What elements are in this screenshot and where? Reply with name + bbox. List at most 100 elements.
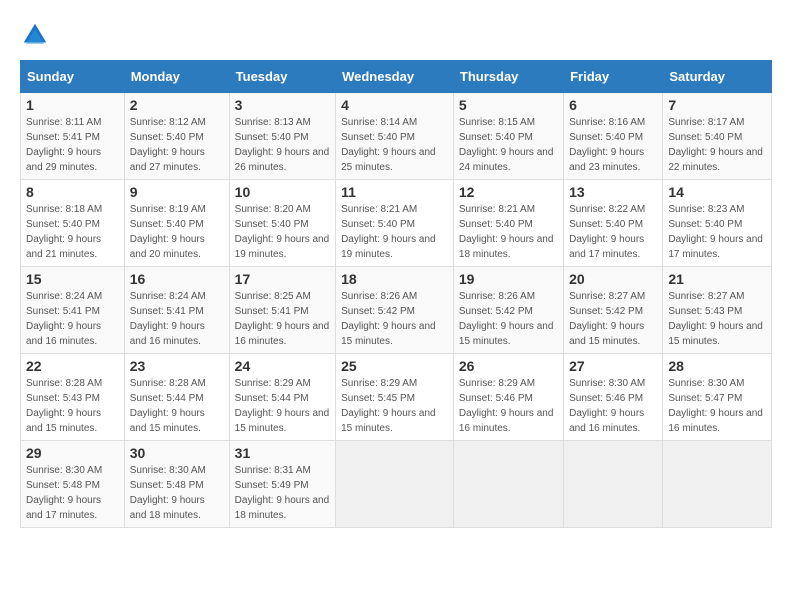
day-number: 25 [341,358,448,374]
day-detail: Sunrise: 8:21 AMSunset: 5:40 PMDaylight:… [341,202,448,262]
day-number: 16 [130,271,224,287]
day-number: 15 [26,271,119,287]
column-header-tuesday: Tuesday [229,61,335,93]
day-detail: Sunrise: 8:23 AMSunset: 5:40 PMDaylight:… [668,202,766,262]
day-number: 13 [569,184,657,200]
day-detail: Sunrise: 8:30 AMSunset: 5:48 PMDaylight:… [130,463,224,523]
day-number: 10 [235,184,330,200]
calendar-cell [663,441,772,528]
day-number: 5 [459,97,558,113]
day-number: 27 [569,358,657,374]
calendar-cell: 8 Sunrise: 8:18 AMSunset: 5:40 PMDaylight… [21,180,125,267]
day-detail: Sunrise: 8:26 AMSunset: 5:42 PMDaylight:… [459,289,558,349]
calendar-cell: 11 Sunrise: 8:21 AMSunset: 5:40 PMDayligh… [336,180,454,267]
calendar-cell: 6Sunrise: 8:16 AMSunset: 5:40 PMDaylight… [564,93,663,180]
calendar-cell: 18 Sunrise: 8:26 AMSunset: 5:42 PMDayligh… [336,267,454,354]
day-detail: Sunrise: 8:16 AMSunset: 5:40 PMDaylight:… [569,115,657,175]
day-detail: Sunrise: 8:29 AMSunset: 5:45 PMDaylight:… [341,376,448,436]
calendar-cell: 2 Sunrise: 8:12 AMSunset: 5:40 PMDaylight… [124,93,229,180]
day-detail: Sunrise: 8:26 AMSunset: 5:42 PMDaylight:… [341,289,448,349]
day-detail: Sunrise: 8:27 AMSunset: 5:43 PMDaylight:… [668,289,766,349]
day-number: 2 [130,97,224,113]
calendar-week-2: 8 Sunrise: 8:18 AMSunset: 5:40 PMDaylight… [21,180,772,267]
column-header-monday: Monday [124,61,229,93]
day-number: 11 [341,184,448,200]
calendar-cell: 26Sunrise: 8:29 AMSunset: 5:46 PMDayligh… [453,354,563,441]
day-detail: Sunrise: 8:21 AMSunset: 5:40 PMDaylight:… [459,202,558,262]
column-header-wednesday: Wednesday [336,61,454,93]
day-detail: Sunrise: 8:24 AMSunset: 5:41 PMDaylight:… [130,289,224,349]
logo-icon [20,20,50,50]
day-number: 23 [130,358,224,374]
day-number: 3 [235,97,330,113]
column-header-thursday: Thursday [453,61,563,93]
calendar-cell: 5 Sunrise: 8:15 AMSunset: 5:40 PMDaylight… [453,93,563,180]
day-number: 31 [235,445,330,461]
day-detail: Sunrise: 8:31 AMSunset: 5:49 PMDaylight:… [235,463,330,523]
day-number: 8 [26,184,119,200]
calendar-cell: 7Sunrise: 8:17 AMSunset: 5:40 PMDaylight… [663,93,772,180]
header [20,20,772,50]
day-number: 22 [26,358,119,374]
calendar-cell: 4Sunrise: 8:14 AMSunset: 5:40 PMDaylight… [336,93,454,180]
calendar-cell: 17 Sunrise: 8:25 AMSunset: 5:41 PMDayligh… [229,267,335,354]
day-number: 30 [130,445,224,461]
calendar-cell: 13 Sunrise: 8:22 AMSunset: 5:40 PMDayligh… [564,180,663,267]
day-detail: Sunrise: 8:20 AMSunset: 5:40 PMDaylight:… [235,202,330,262]
day-number: 28 [668,358,766,374]
calendar-cell: 9 Sunrise: 8:19 AMSunset: 5:40 PMDaylight… [124,180,229,267]
calendar-cell: 27 Sunrise: 8:30 AMSunset: 5:46 PMDayligh… [564,354,663,441]
calendar-cell: 1Sunrise: 8:11 AMSunset: 5:41 PMDaylight… [21,93,125,180]
day-detail: Sunrise: 8:30 AMSunset: 5:46 PMDaylight:… [569,376,657,436]
calendar-cell: 3 Sunrise: 8:13 AMSunset: 5:40 PMDaylight… [229,93,335,180]
calendar-table: SundayMondayTuesdayWednesdayThursdayFrid… [20,60,772,528]
calendar-cell: 29 Sunrise: 8:30 AMSunset: 5:48 PMDayligh… [21,441,125,528]
day-detail: Sunrise: 8:24 AMSunset: 5:41 PMDaylight:… [26,289,119,349]
logo [20,20,52,50]
day-detail: Sunrise: 8:13 AMSunset: 5:40 PMDaylight:… [235,115,330,175]
calendar-cell [336,441,454,528]
calendar-cell: 19 Sunrise: 8:26 AMSunset: 5:42 PMDayligh… [453,267,563,354]
day-number: 9 [130,184,224,200]
day-detail: Sunrise: 8:15 AMSunset: 5:40 PMDaylight:… [459,115,558,175]
calendar-cell: 15 Sunrise: 8:24 AMSunset: 5:41 PMDayligh… [21,267,125,354]
day-detail: Sunrise: 8:30 AMSunset: 5:47 PMDaylight:… [668,376,766,436]
calendar-cell [453,441,563,528]
calendar-cell: 22Sunrise: 8:28 AMSunset: 5:43 PMDayligh… [21,354,125,441]
calendar-cell: 10 Sunrise: 8:20 AMSunset: 5:40 PMDayligh… [229,180,335,267]
calendar-cell: 12 Sunrise: 8:21 AMSunset: 5:40 PMDayligh… [453,180,563,267]
calendar-cell: 20 Sunrise: 8:27 AMSunset: 5:42 PMDayligh… [564,267,663,354]
day-number: 26 [459,358,558,374]
day-number: 19 [459,271,558,287]
day-number: 24 [235,358,330,374]
calendar-cell [564,441,663,528]
calendar-header-row: SundayMondayTuesdayWednesdayThursdayFrid… [21,61,772,93]
day-detail: Sunrise: 8:30 AMSunset: 5:48 PMDaylight:… [26,463,119,523]
day-number: 12 [459,184,558,200]
day-number: 18 [341,271,448,287]
day-detail: Sunrise: 8:28 AMSunset: 5:44 PMDaylight:… [130,376,224,436]
day-detail: Sunrise: 8:25 AMSunset: 5:41 PMDaylight:… [235,289,330,349]
day-detail: Sunrise: 8:11 AMSunset: 5:41 PMDaylight:… [26,115,119,175]
day-number: 21 [668,271,766,287]
calendar-cell: 16 Sunrise: 8:24 AMSunset: 5:41 PMDayligh… [124,267,229,354]
calendar-cell: 30 Sunrise: 8:30 AMSunset: 5:48 PMDayligh… [124,441,229,528]
calendar-week-5: 29 Sunrise: 8:30 AMSunset: 5:48 PMDayligh… [21,441,772,528]
day-number: 17 [235,271,330,287]
calendar-cell: 28 Sunrise: 8:30 AMSunset: 5:47 PMDayligh… [663,354,772,441]
day-detail: Sunrise: 8:18 AMSunset: 5:40 PMDaylight:… [26,202,119,262]
calendar-cell: 14Sunrise: 8:23 AMSunset: 5:40 PMDayligh… [663,180,772,267]
day-number: 29 [26,445,119,461]
day-detail: Sunrise: 8:17 AMSunset: 5:40 PMDaylight:… [668,115,766,175]
column-header-friday: Friday [564,61,663,93]
day-detail: Sunrise: 8:14 AMSunset: 5:40 PMDaylight:… [341,115,448,175]
day-detail: Sunrise: 8:22 AMSunset: 5:40 PMDaylight:… [569,202,657,262]
day-number: 20 [569,271,657,287]
calendar-week-4: 22Sunrise: 8:28 AMSunset: 5:43 PMDayligh… [21,354,772,441]
column-header-saturday: Saturday [663,61,772,93]
day-detail: Sunrise: 8:27 AMSunset: 5:42 PMDaylight:… [569,289,657,349]
day-detail: Sunrise: 8:19 AMSunset: 5:40 PMDaylight:… [130,202,224,262]
calendar-cell: 23 Sunrise: 8:28 AMSunset: 5:44 PMDayligh… [124,354,229,441]
day-detail: Sunrise: 8:12 AMSunset: 5:40 PMDaylight:… [130,115,224,175]
calendar-cell: 25 Sunrise: 8:29 AMSunset: 5:45 PMDayligh… [336,354,454,441]
